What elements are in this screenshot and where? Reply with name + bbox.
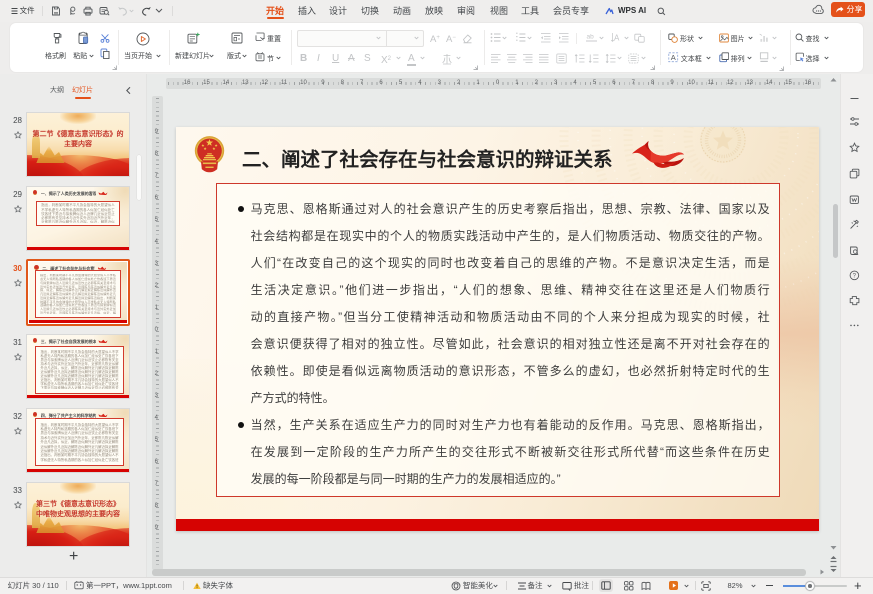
svg-text:A: A: [671, 53, 676, 62]
svg-text:ab: ab: [587, 34, 595, 41]
svg-text:A: A: [614, 34, 620, 43]
svg-text:?: ?: [853, 274, 857, 280]
